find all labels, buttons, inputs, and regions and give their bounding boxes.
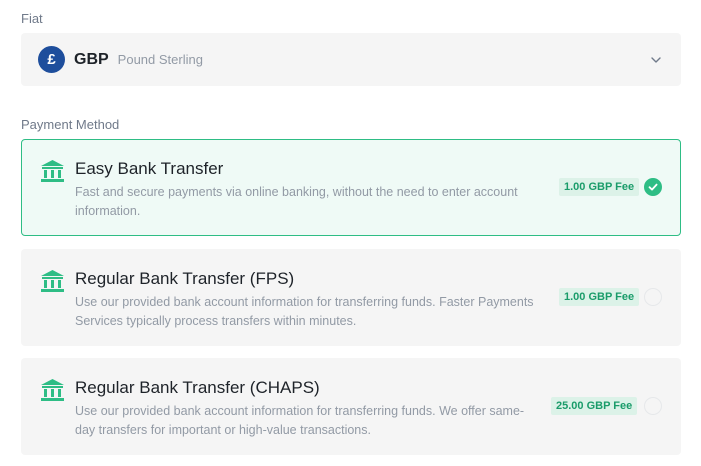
- fee-badge: 1.00 GBP Fee: [559, 178, 640, 196]
- payment-option-easy-bank-transfer[interactable]: Easy Bank Transfer Fast and secure payme…: [21, 139, 681, 236]
- method-title: Easy Bank Transfer: [75, 159, 224, 178]
- method-description: Use our provided bank account informatio…: [75, 295, 534, 328]
- method-title: Regular Bank Transfer (FPS): [75, 269, 295, 288]
- method-description: Fast and secure payments via online bank…: [75, 185, 518, 218]
- fiat-label: Fiat: [21, 11, 43, 26]
- fiat-select[interactable]: £ GBP Pound Sterling: [21, 33, 681, 86]
- check-icon: [648, 183, 658, 191]
- payment-option-regular-fps[interactable]: Regular Bank Transfer (FPS) Use our prov…: [21, 249, 681, 346]
- method-title: Regular Bank Transfer (CHAPS): [75, 378, 320, 397]
- payment-method-label: Payment Method: [21, 117, 120, 132]
- method-description: Use our provided bank account informatio…: [75, 404, 525, 437]
- bank-icon: [41, 160, 64, 182]
- currency-name: Pound Sterling: [117, 52, 203, 67]
- fee-badge: 1.00 GBP Fee: [559, 288, 640, 306]
- currency-code: GBP: [74, 50, 109, 68]
- radio-unselected[interactable]: [644, 288, 662, 306]
- radio-selected[interactable]: [644, 178, 662, 196]
- chevron-down-icon[interactable]: [649, 53, 663, 67]
- radio-unselected[interactable]: [644, 397, 662, 415]
- payment-option-regular-chaps[interactable]: Regular Bank Transfer (CHAPS) Use our pr…: [21, 358, 681, 455]
- fee-badge: 25.00 GBP Fee: [551, 397, 638, 415]
- bank-icon: [41, 379, 64, 401]
- bank-icon: [41, 270, 64, 292]
- gbp-currency-icon: £: [38, 46, 65, 73]
